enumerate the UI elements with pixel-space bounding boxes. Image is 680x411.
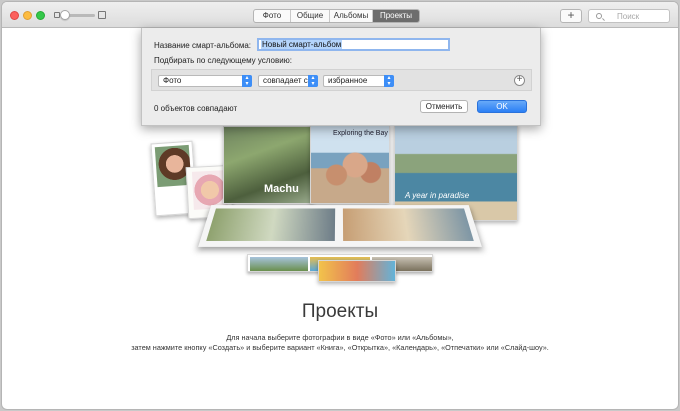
view-tabs: Фото Общие Альбомы Проекты xyxy=(253,9,420,23)
rule-operator-popup[interactable]: совпадает с ▴ ▾ xyxy=(258,75,318,87)
rule-operator-value: совпадает с xyxy=(263,76,308,85)
description-line-2: затем нажмите кнопку «Создать» и выберит… xyxy=(131,343,549,352)
tab-projects[interactable]: Проекты xyxy=(373,10,419,22)
description-line-1: Для начала выберите фотографии в виде «Ф… xyxy=(226,333,454,342)
page-title: Проекты xyxy=(301,301,379,322)
rule-field-popup[interactable]: Фото ▴ ▾ xyxy=(158,75,252,87)
rule-row: Фото ▴ ▾ совпадает с ▴ ▾ избранное ▴ ▾ + xyxy=(151,69,532,91)
match-count: 0 объектов совпадают xyxy=(154,104,238,113)
tab-shared[interactable]: Общие xyxy=(291,10,330,22)
smart-album-name-value: Новый смарт-альбом xyxy=(261,40,343,49)
popup-arrows-icon: ▴ ▾ xyxy=(384,75,394,87)
projects-illustration: Machu Exploring the Bay A year in paradi… xyxy=(150,122,530,287)
book-machu-title: Machu xyxy=(264,183,299,195)
smart-album-name-label: Название смарт-альбома: xyxy=(154,41,252,50)
book-exploring-the-bay: Exploring the Bay xyxy=(310,124,390,204)
book-paradise-title: A year in paradise xyxy=(405,191,470,200)
close-window-button[interactable] xyxy=(10,11,19,20)
photos-window: Фото Общие Альбомы Проекты + Поиск Machu… xyxy=(2,2,678,409)
popup-arrows-icon: ▴ ▾ xyxy=(308,75,318,87)
book-open-spread xyxy=(198,205,482,247)
minimize-window-button[interactable] xyxy=(23,11,32,20)
add-button[interactable]: + xyxy=(560,9,582,23)
rule-field-value: Фото xyxy=(163,76,182,85)
search-placeholder: Поиск xyxy=(617,12,640,21)
cancel-button[interactable]: Отменить xyxy=(420,100,468,113)
zoom-slider-knob[interactable] xyxy=(60,10,70,20)
book-bay-title: Exploring the Bay xyxy=(333,130,388,137)
toolbar: Фото Общие Альбомы Проекты + Поиск xyxy=(2,2,678,28)
ok-button[interactable]: OK xyxy=(477,100,527,113)
add-rule-button[interactable]: + xyxy=(514,75,525,86)
popup-arrows-icon: ▴ ▾ xyxy=(242,75,252,87)
search-icon xyxy=(596,13,602,19)
rule-value-value: избранное xyxy=(328,76,368,85)
tab-photos[interactable]: Фото xyxy=(254,10,291,22)
zoom-in-icon xyxy=(98,11,106,19)
fullscreen-window-button[interactable] xyxy=(36,11,45,20)
rule-value-popup[interactable]: избранное ▴ ▾ xyxy=(323,75,394,87)
book-machu-picchu: Machu xyxy=(223,126,313,204)
smart-album-name-input[interactable]: Новый смарт-альбом xyxy=(257,38,450,51)
search-field[interactable]: Поиск xyxy=(588,9,670,23)
tab-albums[interactable]: Альбомы xyxy=(330,10,373,22)
calendar-thumbnail xyxy=(318,260,396,282)
condition-label: Подбирать по следующему условию: xyxy=(154,56,292,65)
smart-album-sheet: Название смарт-альбома: Новый смарт-альб… xyxy=(141,28,541,126)
